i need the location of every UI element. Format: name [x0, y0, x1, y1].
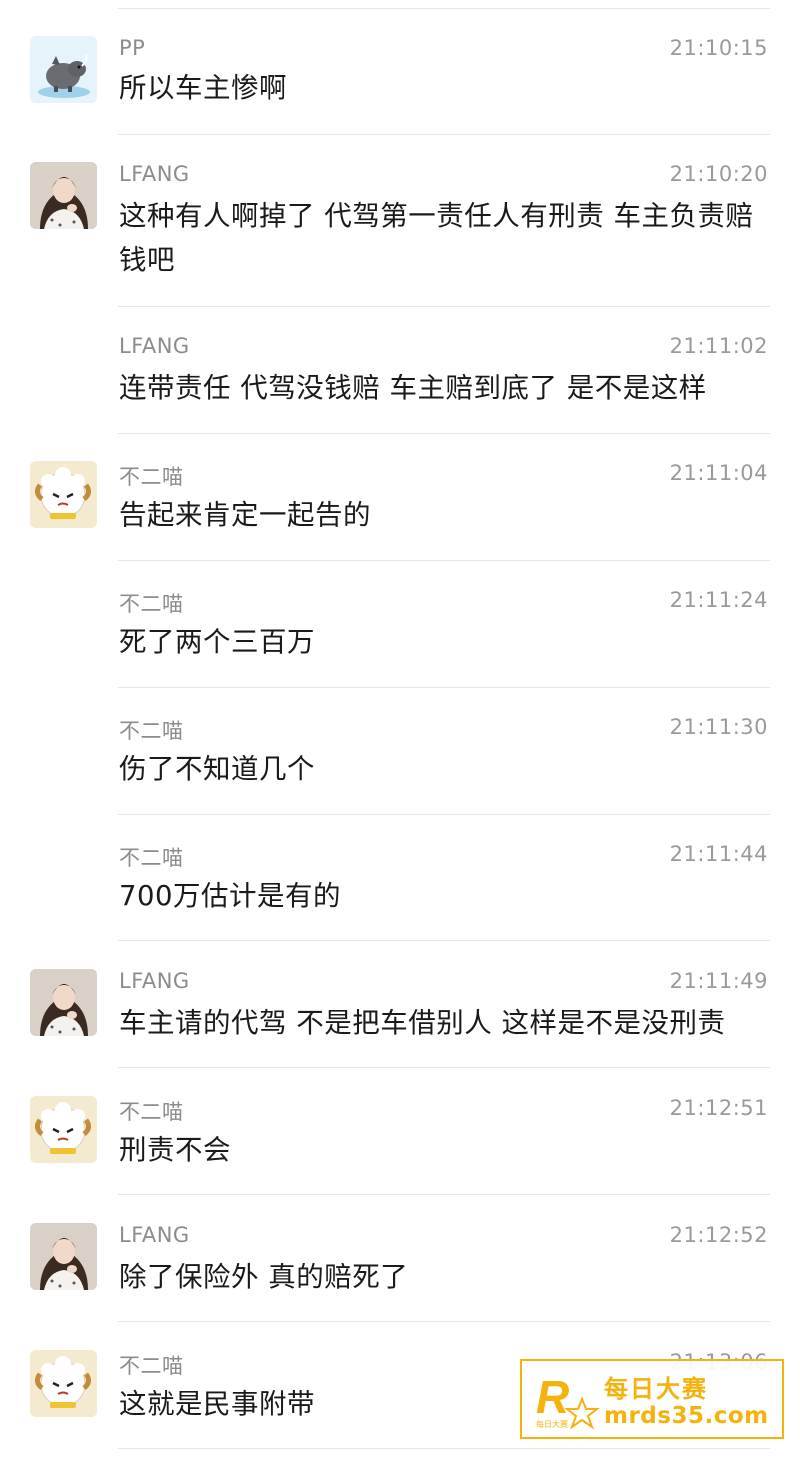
message-time: 21:12:51 — [669, 1096, 768, 1120]
message-text: 告起来肯定一起告的 — [119, 499, 371, 531]
sender-name: 不二喵 — [119, 1354, 184, 1378]
sender-name: 不二喵 — [119, 719, 184, 743]
girl-avatar[interactable] — [30, 969, 97, 1036]
message-time: 21:11:04 — [669, 461, 768, 485]
brand-logo-icon: R 每日大赛 — [536, 1371, 600, 1430]
sender-name: PP — [119, 36, 146, 60]
divider — [118, 433, 770, 434]
message-text: 刑责不会 — [119, 1134, 231, 1166]
girl-photo-icon — [30, 969, 97, 1036]
divider — [118, 940, 770, 941]
boar-avatar[interactable] — [30, 36, 97, 103]
girl-avatar[interactable] — [30, 1223, 97, 1290]
girl-photo-icon — [30, 1223, 97, 1290]
girl-photo-icon — [30, 162, 97, 229]
message-text: 连带责任 代驾没钱赔 车主赔到底了 是不是这样 — [119, 372, 707, 404]
sender-name: 不二喵 — [119, 1100, 184, 1124]
sender-name: 不二喵 — [119, 846, 184, 870]
divider — [118, 1067, 770, 1068]
divider — [118, 687, 770, 688]
divider — [118, 560, 770, 561]
message-text: 700万估计是有的 — [119, 880, 341, 912]
divider — [118, 1321, 770, 1322]
sheep-icon — [30, 461, 97, 528]
sheep-avatar[interactable] — [30, 1350, 97, 1417]
sheep-avatar[interactable] — [30, 1096, 97, 1163]
sender-name: LFANG — [119, 334, 190, 358]
watermark-title: 每日大赛 — [604, 1375, 708, 1403]
girl-avatar[interactable] — [30, 162, 97, 229]
brand-logo-text: 每日大赛 — [536, 1419, 568, 1429]
message-time: 21:11:44 — [669, 842, 768, 866]
divider — [118, 8, 770, 9]
divider — [118, 814, 770, 815]
message-time: 21:11:24 — [669, 588, 768, 612]
sender-name: 不二喵 — [119, 465, 184, 489]
divider — [118, 1448, 770, 1449]
message-text: 所以车主惨啊 — [119, 72, 287, 104]
message-time: 21:12:52 — [669, 1223, 768, 1247]
sender-name: LFANG — [119, 1223, 190, 1247]
message-time: 21:11:49 — [669, 969, 768, 993]
message-text: 死了两个三百万 — [119, 626, 315, 658]
sheep-icon — [30, 1350, 97, 1417]
divider — [118, 134, 770, 135]
sender-name: LFANG — [119, 969, 190, 993]
divider — [118, 306, 770, 307]
message-time: 21:10:15 — [669, 36, 768, 60]
message-time: 21:11:02 — [669, 334, 768, 358]
sender-name: LFANG — [119, 162, 190, 186]
svg-text:R: R — [536, 1371, 569, 1423]
message-time: 21:11:30 — [669, 715, 768, 739]
sheep-icon — [30, 1096, 97, 1163]
sender-name: 不二喵 — [119, 592, 184, 616]
message-text: 车主请的代驾 不是把车借别人 这样是不是没刑责 — [119, 1007, 726, 1039]
message-text: 这种有人啊掉了 代驾第一责任人有刑责 车主负责赔钱吧 — [119, 200, 754, 276]
watermark-url: mrds35.com — [604, 1403, 769, 1429]
boar-icon — [30, 36, 97, 103]
sheep-avatar[interactable] — [30, 461, 97, 528]
message-time: 21:10:20 — [669, 162, 768, 186]
message-text: 伤了不知道几个 — [119, 753, 315, 785]
divider — [118, 1194, 770, 1195]
message-text: 除了保险外 真的赔死了 — [119, 1261, 409, 1293]
watermark: R 每日大赛 每日大赛 mrds35.com — [520, 1359, 784, 1439]
